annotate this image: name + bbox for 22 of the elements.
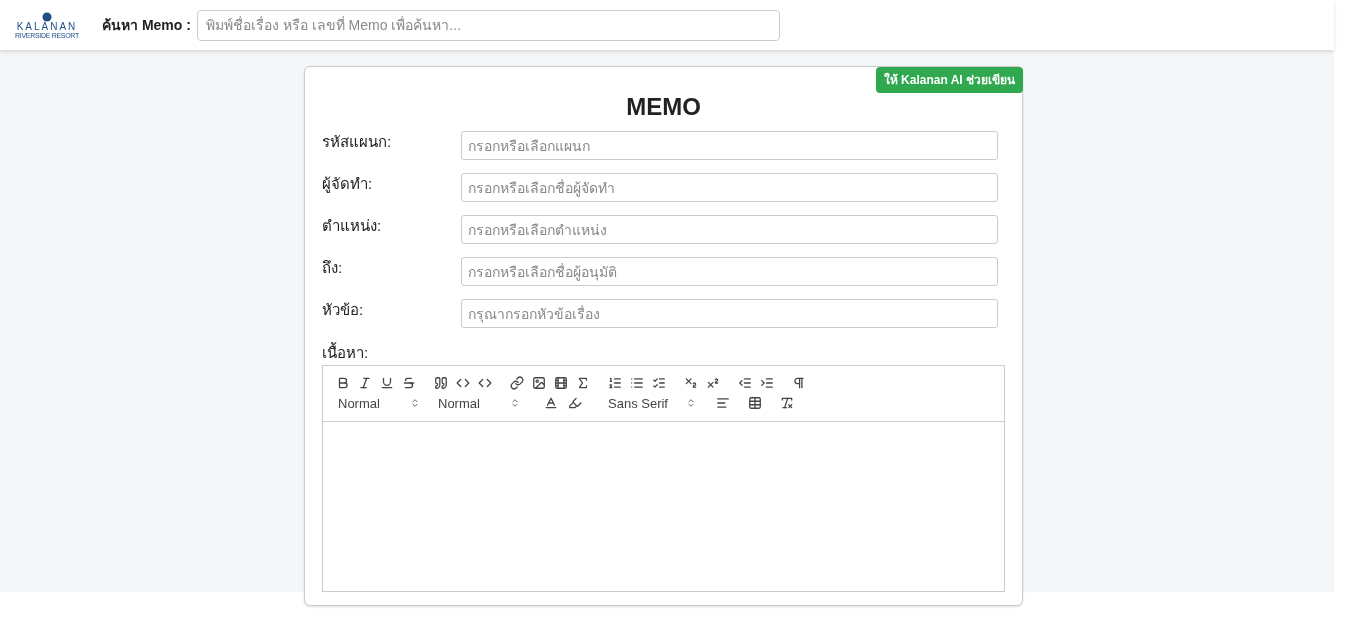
- field-label: ตำแหน่ง:: [322, 216, 383, 237]
- field-label: หัวข้อ:: [322, 300, 365, 321]
- format-picker[interactable]: Normal: [434, 393, 524, 413]
- search-label: ค้นหา Memo :: [102, 15, 191, 35]
- link-icon[interactable]: [508, 373, 526, 392]
- text-field[interactable]: กรอกหรือเลือกชื่อผู้จัดทำ: [461, 173, 998, 202]
- search-field[interactable]: พิมพ์ชื่อเรื่อง หรือ เลขที่ Memo เพื่อค้นหา...: [196, 9, 780, 41]
- format-picker[interactable]: Normal: [334, 393, 424, 413]
- text-field[interactable]: กรอกหรือเลือกชื่อผู้อนุมัติ: [461, 257, 998, 286]
- caret-icon: [686, 398, 696, 409]
- text-field[interactable]: กรอกหรือเลือกตำแหน่ง: [461, 215, 998, 244]
- field-label: ผู้จัดทำ:: [322, 174, 374, 195]
- caret-icon: [510, 398, 520, 409]
- memo-title: MEMO: [626, 92, 701, 122]
- text-field[interactable]: กรุณากรอกหัวข้อเรื่อง: [461, 299, 998, 328]
- field-label: รหัสแผนก:: [322, 132, 393, 153]
- content-label: เนื้อหา:: [322, 342, 370, 363]
- format-picker[interactable]: Sans Serif: [604, 393, 700, 413]
- field-label: ถึง:: [322, 258, 344, 279]
- text-field[interactable]: กรอกหรือเลือกแผนก: [461, 131, 998, 160]
- logo-text: KALANAN: [16, 21, 78, 32]
- caret-icon: [410, 398, 420, 409]
